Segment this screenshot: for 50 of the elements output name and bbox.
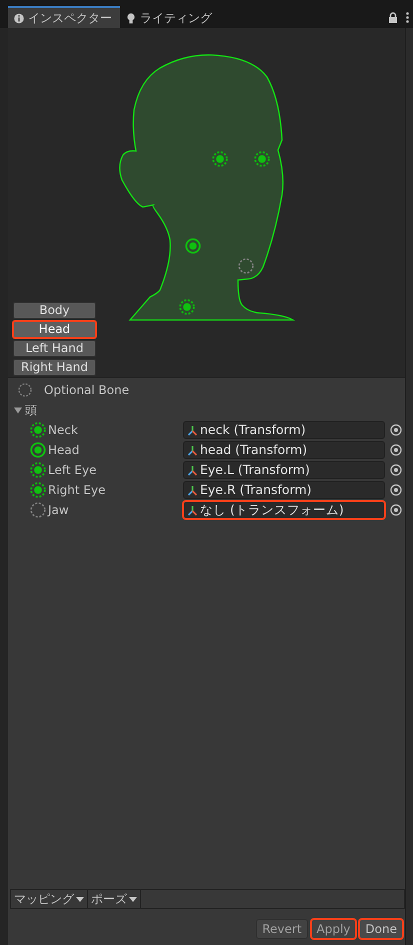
body-part-button[interactable]: Right Hand xyxy=(13,359,96,376)
transform-icon xyxy=(187,504,198,516)
legend-label: Optional Bone xyxy=(44,382,130,399)
object-picker-icon[interactable] xyxy=(390,504,402,516)
transform-icon xyxy=(187,444,198,456)
transform-icon xyxy=(187,484,198,496)
bone-marker[interactable] xyxy=(212,152,226,166)
bone-status-icon[interactable] xyxy=(30,462,46,478)
optional-bone-icon xyxy=(18,383,32,397)
bone-name: Jaw xyxy=(48,502,70,519)
object-field[interactable]: neck (Transform) xyxy=(183,421,385,439)
bone-name: Right Eye xyxy=(48,482,106,499)
lightbulb-icon xyxy=(126,12,136,24)
bone-name: Head xyxy=(48,442,80,459)
tab[interactable]: インスペクター xyxy=(8,6,120,28)
bone-name: Left Eye xyxy=(48,462,98,479)
bone-marker[interactable] xyxy=(186,239,200,253)
transform-icon xyxy=(187,464,198,476)
bone-status-icon[interactable] xyxy=(30,422,46,438)
caret-icon xyxy=(129,896,137,902)
lock-icon[interactable] xyxy=(388,12,398,22)
object-field[interactable]: Eye.L (Transform) xyxy=(183,461,385,479)
scrollbar[interactable] xyxy=(405,28,413,945)
object-picker-icon[interactable] xyxy=(390,424,402,436)
foldout-arrow-icon[interactable] xyxy=(14,406,23,414)
body-part-button[interactable]: Left Hand xyxy=(13,340,96,357)
dropdown-menu-button[interactable]: マッピング xyxy=(11,890,88,908)
group-label: 頭 xyxy=(25,402,37,419)
body-part-button[interactable]: Head xyxy=(13,321,96,338)
more-icon[interactable] xyxy=(406,12,409,22)
object-picker-icon[interactable] xyxy=(390,464,402,476)
tab[interactable]: ライティング xyxy=(120,6,220,28)
object-field[interactable]: なし (トランスフォーム) xyxy=(183,501,385,519)
bone-marker[interactable] xyxy=(238,259,252,273)
bone-status-icon[interactable] xyxy=(30,442,46,458)
caret-icon xyxy=(76,896,84,902)
info-icon xyxy=(14,12,24,24)
bone-status-icon[interactable] xyxy=(30,482,46,498)
bone-marker[interactable] xyxy=(180,300,194,314)
bone-status-icon[interactable] xyxy=(30,502,46,518)
transform-icon xyxy=(187,424,198,436)
object-picker-icon[interactable] xyxy=(390,484,402,496)
dropdown-menu-button[interactable]: ポーズ xyxy=(88,890,141,908)
object-field[interactable]: Eye.R (Transform) xyxy=(183,481,385,499)
object-field[interactable]: head (Transform) xyxy=(183,441,385,459)
object-picker-icon[interactable] xyxy=(390,444,402,456)
bone-name: Neck xyxy=(48,422,79,439)
action-button[interactable]: Done xyxy=(359,919,403,939)
body-part-button[interactable]: Body xyxy=(13,302,96,319)
bone-marker[interactable] xyxy=(254,152,268,166)
